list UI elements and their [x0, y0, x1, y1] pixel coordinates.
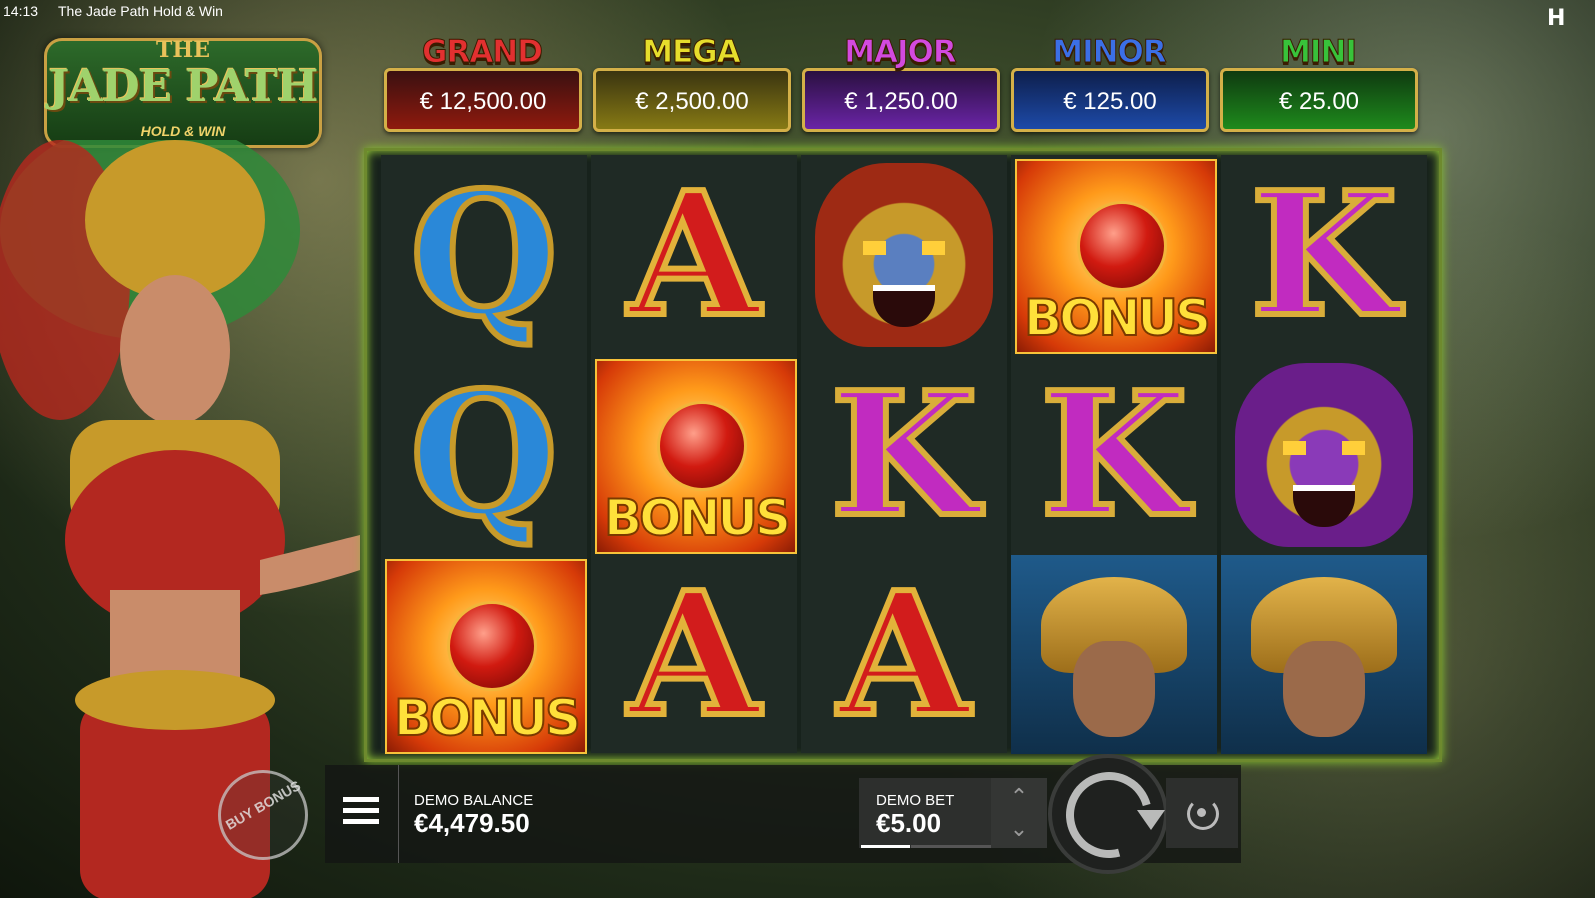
jackpot-name: MAJOR [844, 34, 958, 71]
jackpot-box: € 1,250.00 [802, 68, 1000, 132]
reel-symbol: Q [381, 155, 587, 354]
reel-symbol [801, 155, 1007, 354]
bet-value: €5.00 [876, 808, 942, 838]
logo-the: THE [156, 37, 210, 63]
bonus-symbol: BONUS [385, 559, 587, 754]
jackpot-name: MINI [1280, 34, 1358, 71]
reel-symbol: A [591, 555, 797, 754]
symbol-q: Q [407, 355, 561, 555]
game-title: The Jade Path Hold & Win [58, 3, 223, 19]
reel-symbol: A [801, 555, 1007, 754]
balance-label: DEMO BALANCE [414, 792, 534, 809]
divider [398, 765, 399, 863]
mask-mouth [1293, 485, 1355, 527]
jackpot-value: € 1,250.00 [844, 88, 958, 115]
jackpot-name: MINOR [1052, 34, 1168, 71]
reel-symbol: K [801, 355, 1007, 554]
jackpot-box: € 12,500.00 [384, 68, 582, 132]
reel-symbol: K [1011, 355, 1217, 554]
warrior-face [1073, 641, 1155, 737]
bonus-label: BONUS [603, 488, 792, 548]
buy-bonus-button[interactable]: BUY BONUS [218, 770, 308, 860]
clock: 14:13 [3, 3, 39, 19]
reel-symbol: K [1221, 155, 1427, 354]
jackpot-value: € 25.00 [1278, 88, 1360, 115]
symbol-a: A [835, 555, 973, 755]
bonus-symbol: BONUS [1015, 159, 1217, 354]
logo-sub: HOLD & WIN [140, 123, 226, 139]
chevron-up-icon[interactable]: ⌃ [991, 786, 1047, 808]
character-illustration [0, 140, 360, 898]
warrior-face [1283, 641, 1365, 737]
symbol-a: A [625, 155, 763, 355]
jackpot-mini: € 25.00 MINI [1220, 34, 1418, 132]
reel-symbol: Q [381, 355, 587, 554]
bonus-symbol: BONUS [595, 359, 797, 554]
reel-column: K [1221, 155, 1427, 754]
reel-symbol: BONUS [591, 355, 797, 554]
reel-symbol [1011, 555, 1217, 754]
reel-symbol: BONUS [381, 555, 587, 754]
red-orb-icon [657, 401, 747, 491]
jackpot-grand: € 12,500.00 GRAND [384, 34, 582, 132]
autoplay-button[interactable] [1166, 778, 1238, 848]
symbol-k: K [1037, 355, 1191, 555]
symbol-k: K [1247, 155, 1401, 355]
eagle-mask-icon [815, 163, 993, 347]
jackpot-value: € 2,500.00 [635, 88, 749, 115]
hacksaw-h-icon: H [1547, 6, 1566, 31]
bonus-label: BONUS [393, 688, 582, 748]
autoplay-icon-dot [1197, 808, 1206, 817]
jackpot-value: € 12,500.00 [419, 88, 547, 115]
jackpot-box: € 125.00 [1011, 68, 1209, 132]
bet-level-track [911, 845, 991, 848]
reel-grid: Q Q BONUS A BONUS A K A BONUS K K [364, 148, 1442, 762]
bet-stepper: ⌃ ⌄ [991, 778, 1047, 848]
menu-icon[interactable] [343, 797, 379, 831]
jackpot-box: € 2,500.00 [593, 68, 791, 132]
reel-column: A BONUS A [591, 155, 797, 753]
game-logo: THE JADE PATH HOLD & WIN [44, 37, 322, 148]
reel-column: Q Q BONUS [381, 155, 587, 754]
reel-column: BONUS K [1011, 155, 1217, 754]
reel-symbol: BONUS [1011, 155, 1217, 354]
logo-main: JADE PATH [48, 61, 319, 112]
jackpot-value: € 125.00 [1063, 88, 1157, 115]
balance-value: €4,479.50 [414, 808, 530, 838]
jackpot-mega: € 2,500.00 MEGA [593, 34, 791, 132]
jackpot-minor: € 125.00 MINOR [1011, 34, 1209, 132]
mask-mouth [873, 285, 935, 327]
reel-symbol [1221, 355, 1427, 554]
jackpot-name: MEGA [642, 34, 741, 71]
bet-label: DEMO BET [876, 792, 955, 809]
symbol-a: A [625, 555, 763, 755]
reel-column: KA [801, 155, 1007, 753]
reel-symbol: A [591, 155, 797, 354]
bonus-label: BONUS [1023, 288, 1212, 348]
spin-arrowhead [1137, 810, 1165, 830]
buy-bonus-label: BUY BONUS [222, 777, 304, 833]
jaguar-mask-icon [1235, 363, 1413, 547]
jackpot-major: € 1,250.00 MAJOR [802, 34, 1000, 132]
mask-eyes [1283, 441, 1365, 455]
jackpot-box: € 25.00 [1220, 68, 1418, 132]
jackpot-name: GRAND [422, 34, 544, 71]
spin-button[interactable] [1048, 754, 1168, 874]
chevron-down-icon[interactable]: ⌄ [991, 818, 1047, 840]
symbol-q: Q [407, 155, 561, 355]
symbol-k: K [827, 355, 981, 555]
mask-eyes [863, 241, 945, 255]
status-bar: 14:13 The Jade Path Hold & Win [0, 0, 1595, 22]
reel-symbol [1221, 555, 1427, 754]
red-orb-icon [1077, 201, 1167, 291]
red-orb-icon [447, 601, 537, 691]
bet-level-bar [861, 845, 910, 848]
